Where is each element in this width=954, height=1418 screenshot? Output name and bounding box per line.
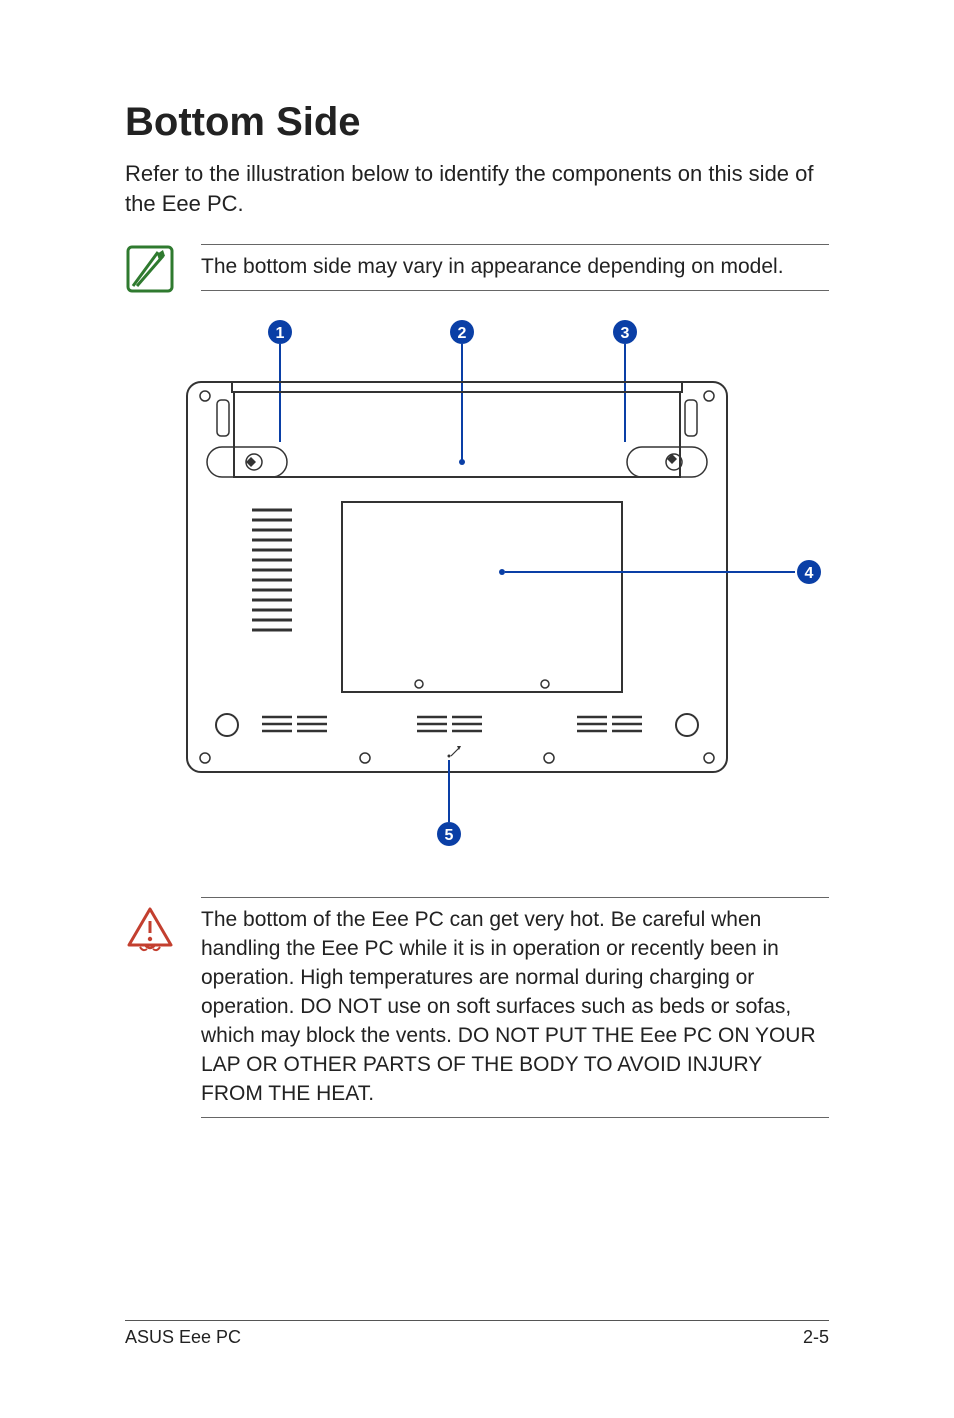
- intro-text: Refer to the illustration below to ident…: [125, 159, 829, 218]
- footer-right: 2-5: [803, 1327, 829, 1348]
- callout-3: 3: [621, 325, 630, 342]
- warning-block: The bottom of the Eee PC can get very ho…: [125, 897, 829, 1118]
- footer-left: ASUS Eee PC: [125, 1327, 241, 1348]
- page-heading: Bottom Side: [125, 100, 829, 145]
- callout-5: 5: [445, 827, 454, 844]
- warning-text: The bottom of the Eee PC can get very ho…: [201, 897, 829, 1118]
- page-footer: ASUS Eee PC 2-5: [125, 1320, 829, 1348]
- callout-4: 4: [805, 565, 814, 582]
- callout-2: 2: [458, 325, 467, 342]
- note-block: The bottom side may vary in appearance d…: [125, 244, 829, 294]
- callout-1: 1: [276, 325, 285, 342]
- note-icon: [125, 244, 175, 294]
- note-text: The bottom side may vary in appearance d…: [201, 244, 829, 291]
- bottom-side-diagram: 1 2 3: [127, 312, 827, 857]
- warning-icon: [125, 903, 175, 953]
